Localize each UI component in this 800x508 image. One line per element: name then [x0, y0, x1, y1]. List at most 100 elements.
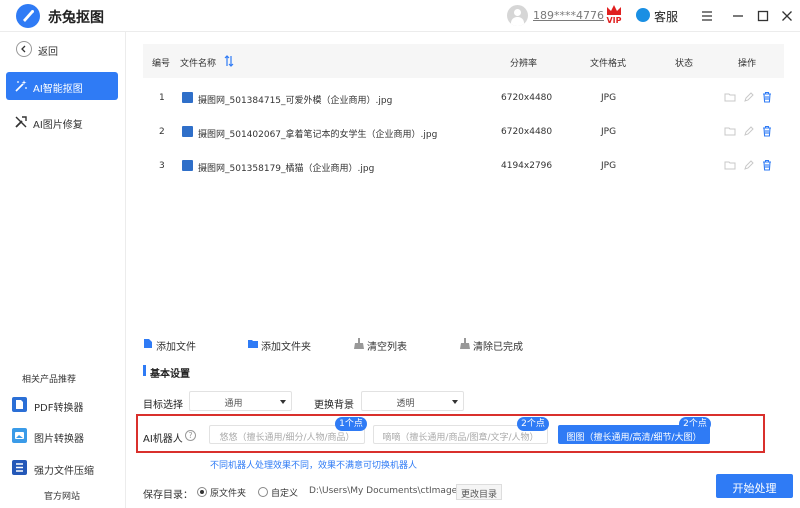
tools-icon	[15, 116, 27, 128]
robot-cost-tag: 2个点	[517, 417, 549, 431]
recommend-label: PDF转换器	[34, 403, 84, 414]
maximize-icon[interactable]	[753, 6, 773, 26]
sidebar-item-label: AI图片修复	[33, 120, 83, 131]
radio-original-folder[interactable]	[197, 487, 207, 497]
user-phone-link[interactable]: 189****4776	[533, 9, 604, 22]
robot-option-label: 图图（擅长通用/高清/细节/大图）	[566, 433, 702, 443]
add-file-label: 添加文件	[156, 342, 196, 353]
change-dir-button[interactable]: 更改目录	[456, 484, 502, 500]
radio-custom-label[interactable]: 自定义	[271, 486, 298, 499]
background-select[interactable]: 透明	[361, 391, 464, 411]
robot-option-label: 悠悠（擅长通用/细分/人物/商品）	[219, 433, 355, 443]
app-logo-icon	[16, 4, 40, 28]
row-filename: 摄图网_501402067_拿着笔记本的女学生（企业商用）.jpg	[198, 130, 438, 140]
recommend-title: 相关产品推荐	[22, 375, 77, 385]
col-resolution: 分辨率	[510, 59, 538, 69]
help-icon[interactable]: ?	[185, 430, 196, 441]
row-format: JPG	[601, 127, 617, 137]
broom-icon	[460, 338, 470, 349]
row-resolution: 6720x4480	[501, 93, 553, 103]
sidebar-item-ai-cutout[interactable]: AI智能抠图	[6, 72, 118, 100]
col-format: 文件格式	[590, 59, 627, 69]
robot-hint: 不同机器人处理效果不同，效果不满意可切换机器人	[210, 461, 418, 471]
robot-cost-tag: 2个点	[679, 417, 711, 431]
vip-label: VIP	[606, 16, 622, 25]
official-site-link[interactable]: 官方网站	[44, 489, 80, 502]
trash-icon[interactable]	[761, 159, 773, 171]
row-format: JPG	[601, 161, 617, 171]
minimize-icon[interactable]	[728, 6, 748, 26]
clear-list-label: 清空列表	[367, 342, 407, 353]
col-index: 编号	[152, 59, 171, 69]
robot-option-label: 嘀嘀（擅长通用/商品/图章/文字/人物）	[382, 433, 539, 443]
add-folder-label: 添加文件夹	[261, 342, 311, 353]
row-index: 1	[159, 93, 165, 103]
row-filename: 摄图网_501384715_可爱外模（企业商用）.jpg	[198, 96, 393, 106]
table-header: 编号 文件名称 分辨率 文件格式 状态 操作	[143, 44, 784, 78]
table-row[interactable]: 1 摄图网_501384715_可爱外模（企业商用）.jpg 6720x4480…	[143, 81, 784, 115]
robot-label: AI机器人	[143, 434, 183, 445]
start-processing-button[interactable]: 开始处理	[716, 474, 793, 498]
back-label: 返回	[38, 47, 58, 58]
sort-icon[interactable]	[224, 55, 234, 67]
compress-icon	[12, 460, 27, 475]
app-title: 赤兔抠图	[48, 10, 104, 26]
pdf-icon	[12, 397, 27, 412]
row-resolution: 4194x2796	[501, 161, 553, 171]
sidebar: 返回 AI智能抠图 AI图片修复 相关产品推荐 PDF转换器 图片转换器 强力文…	[0, 32, 126, 508]
clear-done-label: 清除已完成	[473, 342, 523, 353]
target-select[interactable]: 通用	[189, 391, 292, 411]
row-format: JPG	[601, 93, 617, 103]
customer-service-icon[interactable]	[636, 8, 650, 22]
chevron-down-icon	[452, 400, 458, 404]
row-index: 2	[159, 127, 165, 137]
section-title: 基本设置	[150, 369, 190, 380]
menu-icon[interactable]	[697, 6, 717, 26]
sidebar-item-label: AI智能抠图	[33, 84, 83, 95]
table-row[interactable]: 3 摄图网_501358179_橘猫（企业商用）.jpg 4194x2796 J…	[143, 149, 784, 183]
image-converter-icon	[12, 428, 27, 443]
add-folder-icon	[248, 340, 258, 348]
crown-icon	[607, 5, 621, 15]
back-icon	[16, 41, 32, 57]
row-filename: 摄图网_501358179_橘猫（企业商用）.jpg	[198, 164, 375, 174]
radio-original-label[interactable]: 原文件夹	[210, 486, 246, 499]
trash-icon[interactable]	[761, 91, 773, 103]
customer-service-label[interactable]: 客服	[654, 8, 678, 25]
image-file-icon	[182, 92, 193, 103]
start-processing-label: 开始处理	[732, 482, 777, 495]
save-dir-label: 保存目录：	[143, 490, 193, 501]
robot-cost-tag: 1个点	[335, 417, 367, 431]
table-row[interactable]: 2 摄图网_501402067_拿着笔记本的女学生（企业商用）.jpg 6720…	[143, 115, 784, 149]
avatar[interactable]	[507, 5, 528, 26]
col-name[interactable]: 文件名称	[180, 56, 216, 69]
image-file-icon	[182, 160, 193, 171]
edit-icon[interactable]	[743, 159, 755, 171]
sidebar-item-ai-repair[interactable]: AI图片修复	[6, 108, 118, 136]
col-actions: 操作	[738, 59, 757, 69]
recommend-label: 强力文件压缩	[34, 466, 94, 477]
radio-custom-folder[interactable]	[258, 487, 268, 497]
chevron-down-icon	[280, 400, 286, 404]
recommend-label: 图片转换器	[34, 434, 84, 445]
add-file-icon	[144, 339, 152, 348]
vip-badge[interactable]: VIP	[604, 4, 624, 28]
folder-icon[interactable]	[724, 125, 736, 137]
trash-icon[interactable]	[761, 125, 773, 137]
folder-icon[interactable]	[724, 91, 736, 103]
target-label: 目标选择	[143, 400, 183, 411]
magic-wand-icon	[15, 80, 27, 92]
row-resolution: 6720x4480	[501, 127, 553, 137]
save-path: D:\Users\My Documents\ctImageS	[309, 486, 463, 496]
edit-icon[interactable]	[743, 91, 755, 103]
title-bar: 赤兔抠图 189****4776 VIP 客服	[0, 0, 800, 32]
change-dir-label: 更改目录	[460, 490, 497, 500]
folder-icon[interactable]	[724, 159, 736, 171]
col-status: 状态	[675, 59, 694, 69]
image-file-icon	[182, 126, 193, 137]
section-marker	[143, 365, 146, 376]
broom-icon	[354, 338, 364, 349]
row-index: 3	[159, 161, 165, 171]
edit-icon[interactable]	[743, 125, 755, 137]
close-icon[interactable]	[777, 6, 797, 26]
